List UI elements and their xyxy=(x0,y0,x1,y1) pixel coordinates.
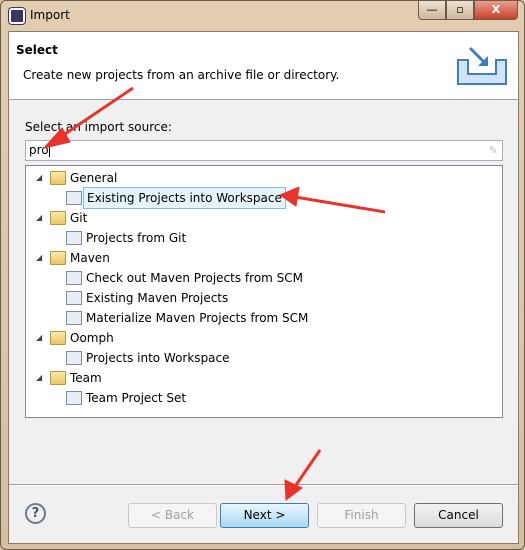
filter-input[interactable]: pro ✎ xyxy=(25,140,503,161)
expand-toggle-icon[interactable]: ◢ xyxy=(36,368,46,388)
wizard-item-icon xyxy=(66,311,82,325)
expand-toggle-icon[interactable]: ◢ xyxy=(36,328,46,348)
tree-folder[interactable]: ◢ Git xyxy=(36,208,87,228)
wizard-header: Select Create new projects from an archi… xyxy=(9,32,518,100)
import-source-tree: ◢ General Existing Projects into Workspace… xyxy=(25,165,503,418)
back-button[interactable]: < Back xyxy=(128,503,217,528)
window-title: Import xyxy=(30,8,70,22)
help-button[interactable]: ? xyxy=(25,503,46,524)
tree-item[interactable]: Materialize Maven Projects from SCM xyxy=(66,308,308,328)
expand-toggle-icon[interactable]: ◢ xyxy=(36,248,46,268)
tree-item-label: Check out Maven Projects from SCM xyxy=(86,271,304,285)
tree-item-label: Oomph xyxy=(70,331,114,345)
import-wizard-icon xyxy=(457,46,507,85)
tree-item-label: Maven xyxy=(70,251,110,265)
wizard-item-icon xyxy=(66,291,82,305)
tree-folder[interactable]: ◢ Oomph xyxy=(36,328,114,348)
title-bar: Import — ▫ X xyxy=(1,1,525,31)
tree-folder[interactable]: ◢ Maven xyxy=(36,248,110,268)
window-frame: Import — ▫ X Select Create new projects … xyxy=(0,0,525,550)
expand-toggle-icon[interactable]: ◢ xyxy=(36,168,46,188)
tree-item[interactable]: Team Project Set xyxy=(66,388,186,408)
wizard-item-icon xyxy=(66,191,82,205)
tree-item[interactable]: Projects into Workspace xyxy=(66,348,230,368)
folder-icon xyxy=(50,251,66,265)
page-description: Create new projects from an archive file… xyxy=(23,68,340,82)
tree-item-label: Team xyxy=(70,371,102,385)
tree-item-label: Materialize Maven Projects from SCM xyxy=(86,311,309,325)
dialog-body: Select Create new projects from an archi… xyxy=(8,31,519,544)
filter-text: pro xyxy=(29,143,49,157)
close-button[interactable]: X xyxy=(474,1,518,20)
clear-filter-icon[interactable]: ✎ xyxy=(489,144,498,157)
tree-item[interactable]: Check out Maven Projects from SCM xyxy=(66,268,303,288)
tree-item-label: General xyxy=(70,171,118,185)
cancel-button[interactable]: Cancel xyxy=(414,503,503,528)
tree-item-label: Existing Maven Projects xyxy=(86,291,229,305)
wizard-item-icon xyxy=(66,231,82,245)
separator xyxy=(9,484,518,486)
expand-toggle-icon[interactable]: ◢ xyxy=(36,208,46,228)
folder-icon xyxy=(50,331,66,345)
tree-item-label: Git xyxy=(70,211,88,225)
folder-icon xyxy=(50,171,66,185)
tree-item-label: Projects from Git xyxy=(86,231,187,245)
tree-item[interactable]: Existing Maven Projects xyxy=(66,288,228,308)
folder-icon xyxy=(50,371,66,385)
tree-item-label: Existing Projects into Workspace xyxy=(83,187,286,209)
tree-item-label: Team Project Set xyxy=(86,391,187,405)
import-source-label: Select an import source: xyxy=(25,120,172,134)
wizard-item-icon xyxy=(66,271,82,285)
next-button[interactable]: Next > xyxy=(220,503,309,528)
maximize-button[interactable]: ▫ xyxy=(446,1,474,20)
tree-folder[interactable]: ◢ General xyxy=(36,168,117,188)
page-title: Select xyxy=(16,43,58,57)
wizard-item-icon xyxy=(66,351,82,365)
tree-folder[interactable]: ◢ Team xyxy=(36,368,102,388)
tree-item[interactable]: Projects from Git xyxy=(66,228,186,248)
finish-button[interactable]: Finish xyxy=(317,503,406,528)
tree-item-label: Projects into Workspace xyxy=(86,351,230,365)
wizard-item-icon xyxy=(66,391,82,405)
folder-icon xyxy=(50,211,66,225)
tree-item[interactable]: Existing Projects into Workspace xyxy=(66,187,286,209)
eclipse-icon xyxy=(9,8,25,24)
minimize-button[interactable]: — xyxy=(418,1,446,20)
